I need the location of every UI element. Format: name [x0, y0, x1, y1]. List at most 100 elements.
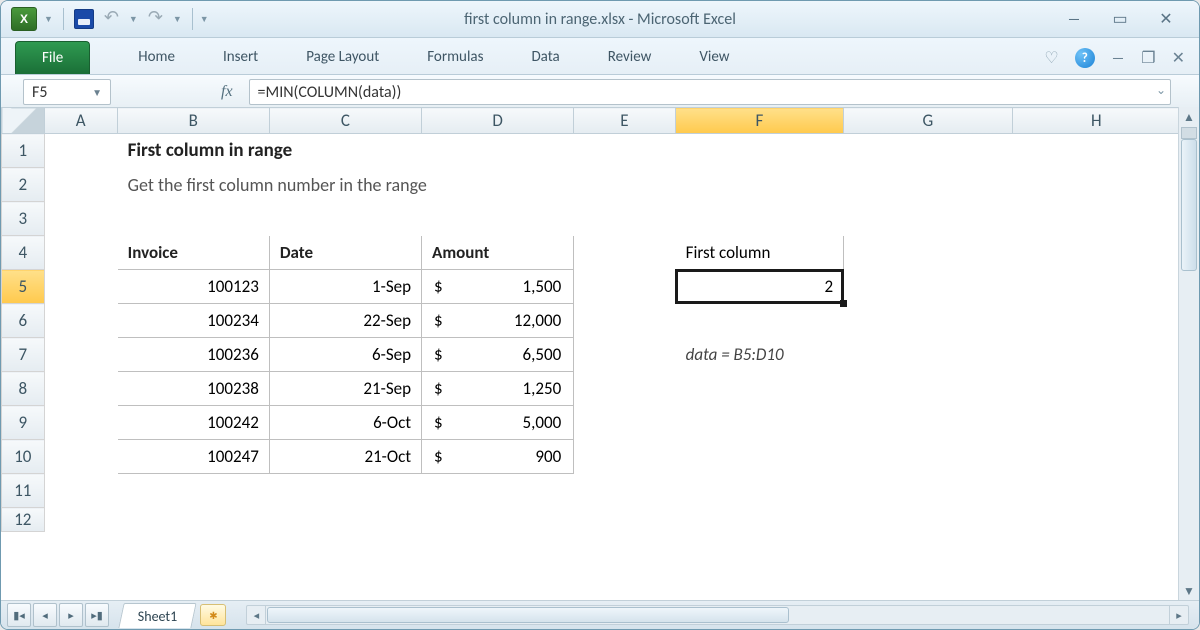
cell-A10[interactable] — [44, 440, 117, 474]
cell-E7[interactable] — [574, 338, 675, 372]
vertical-scrollbar[interactable]: ▲ ▼ — [1178, 107, 1199, 601]
doc-restore-icon[interactable]: ❐ — [1141, 48, 1155, 68]
cell-A8[interactable] — [44, 372, 117, 406]
cell-A4[interactable] — [44, 236, 117, 270]
row-header-11[interactable]: 11 — [2, 474, 45, 508]
cell-F5[interactable]: 2 — [675, 270, 843, 304]
tab-data[interactable]: Data — [531, 48, 559, 66]
fill-handle[interactable] — [840, 300, 847, 307]
new-sheet-icon[interactable] — [200, 604, 226, 626]
cell-B6[interactable]: 100234 — [117, 304, 269, 338]
maximize-icon[interactable]: ▭ — [1111, 12, 1129, 26]
cell-D10[interactable]: $900 — [422, 440, 574, 474]
sheet-nav-last-icon[interactable]: ▸▮ — [85, 603, 109, 627]
tab-home[interactable]: Home — [138, 48, 175, 66]
save-icon[interactable] — [74, 9, 94, 29]
redo-icon[interactable] — [148, 12, 166, 26]
name-box-dropdown-icon[interactable]: ▼ — [92, 86, 102, 99]
cell-B4[interactable]: Invoice — [117, 236, 269, 270]
scroll-thumb[interactable] — [1181, 139, 1197, 271]
cell-D4[interactable]: Amount — [422, 236, 574, 270]
scroll-up-arrow-icon[interactable]: ▲ — [1179, 107, 1199, 127]
doc-close-icon[interactable]: ✕ — [1172, 48, 1185, 68]
cell-C8[interactable]: 21-Sep — [269, 372, 421, 406]
row-header-8[interactable]: 8 — [2, 372, 45, 406]
cell-A9[interactable] — [44, 406, 117, 440]
grid[interactable]: A B C D E F G H 1 — [1, 107, 1178, 601]
cell-A6[interactable] — [44, 304, 117, 338]
row-header-5[interactable]: 5 — [2, 270, 45, 304]
cell-C7[interactable]: 6-Sep — [269, 338, 421, 372]
cell-row3[interactable] — [44, 202, 1178, 236]
cell-B5[interactable]: 100123 — [117, 270, 269, 304]
row-header-9[interactable]: 9 — [2, 406, 45, 440]
cell-row11[interactable] — [44, 474, 1178, 508]
cell-C5[interactable]: 1-Sep — [269, 270, 421, 304]
cell-A5[interactable] — [44, 270, 117, 304]
cell-E5[interactable] — [574, 270, 675, 304]
cell-B9[interactable]: 100242 — [117, 406, 269, 440]
cell-C6[interactable]: 22-Sep — [269, 304, 421, 338]
qat-logo-dropdown-icon[interactable]: ▼ — [44, 14, 53, 25]
undo-dropdown-icon[interactable]: ▼ — [129, 14, 138, 25]
name-box[interactable]: F5 ▼ — [23, 79, 111, 105]
scroll-track[interactable] — [1181, 127, 1197, 581]
tab-formulas[interactable]: Formulas — [427, 48, 483, 66]
tab-view[interactable]: View — [699, 48, 729, 66]
excel-logo-icon[interactable] — [11, 7, 37, 31]
minimize-icon[interactable]: ― — [1065, 12, 1083, 26]
cell-G5[interactable] — [844, 270, 1178, 304]
cell-E10[interactable] — [574, 440, 1178, 474]
tab-insert[interactable]: Insert — [223, 48, 258, 66]
cell-B7[interactable]: 100236 — [117, 338, 269, 372]
cell-F7[interactable]: data = B5:D10 — [675, 338, 1178, 372]
spreadsheet-body[interactable]: 1 First column in range 2 Get the first … — [1, 107, 1178, 532]
cell-row12[interactable] — [44, 508, 1178, 532]
fx-icon[interactable]: fx — [221, 83, 233, 101]
cell-E8[interactable] — [574, 372, 1178, 406]
cell-D7[interactable]: $6,500 — [422, 338, 574, 372]
undo-icon[interactable] — [104, 12, 122, 26]
cell-B2[interactable]: Get the first column number in the range — [117, 168, 1178, 202]
row-header-10[interactable]: 10 — [2, 440, 45, 474]
minimize-ribbon-icon[interactable]: ♡ — [1044, 48, 1058, 68]
cell-A2[interactable] — [44, 168, 117, 202]
cell-E9[interactable] — [574, 406, 1178, 440]
row-header-1[interactable]: 1 — [2, 134, 45, 168]
cell-D8[interactable]: $1,250 — [422, 372, 574, 406]
row-header-6[interactable]: 6 — [2, 304, 45, 338]
file-tab[interactable]: File — [15, 41, 90, 74]
cell-A1[interactable] — [44, 134, 117, 168]
row-header-7[interactable]: 7 — [2, 338, 45, 372]
close-icon[interactable]: ✕ — [1157, 12, 1175, 26]
cell-D9[interactable]: $5,000 — [422, 406, 574, 440]
cell-E6[interactable] — [574, 304, 1178, 338]
tab-page-layout[interactable]: Page Layout — [306, 48, 379, 66]
help-icon[interactable]: ? — [1075, 48, 1095, 68]
scroll-down-arrow-icon[interactable]: ▼ — [1179, 581, 1199, 601]
row-header-12[interactable]: 12 — [2, 508, 45, 532]
cell-B1[interactable]: First column in range — [117, 134, 1178, 168]
scroll-right-arrow-icon[interactable]: ▸ — [1169, 606, 1188, 624]
sheet-nav-next-icon[interactable]: ▸ — [59, 603, 83, 627]
sheet-tab[interactable]: Sheet1 — [118, 603, 197, 628]
cell-B10[interactable]: 100247 — [117, 440, 269, 474]
cell-F4[interactable]: First column — [675, 236, 843, 270]
sheet-nav-first-icon[interactable]: ▮◂ — [7, 603, 31, 627]
tab-review[interactable]: Review — [608, 48, 652, 66]
formula-input[interactable]: =MIN(COLUMN(data)) ⌄ — [249, 79, 1171, 105]
cell-C10[interactable]: 21-Oct — [269, 440, 421, 474]
formula-expand-icon[interactable]: ⌄ — [1156, 83, 1166, 98]
cell-B8[interactable]: 100238 — [117, 372, 269, 406]
cell-C9[interactable]: 6-Oct — [269, 406, 421, 440]
title-bar[interactable]: ▼ ▼ ▼ ▼ first column in range.xlsx - Mic… — [1, 1, 1199, 38]
horizontal-scrollbar[interactable]: ◂ ▸ — [246, 605, 1189, 625]
qat-customize-dropdown-icon[interactable]: ▼ — [200, 14, 209, 25]
cell-C4[interactable]: Date — [269, 236, 421, 270]
cell-D6[interactable]: $12,000 — [422, 304, 574, 338]
cell-D5[interactable]: $1,500 — [422, 270, 574, 304]
cell-E4[interactable] — [574, 236, 675, 270]
doc-minimize-icon[interactable]: ― — [1111, 49, 1125, 68]
row-header-4[interactable]: 4 — [2, 236, 45, 270]
redo-dropdown-icon[interactable]: ▼ — [173, 14, 182, 25]
